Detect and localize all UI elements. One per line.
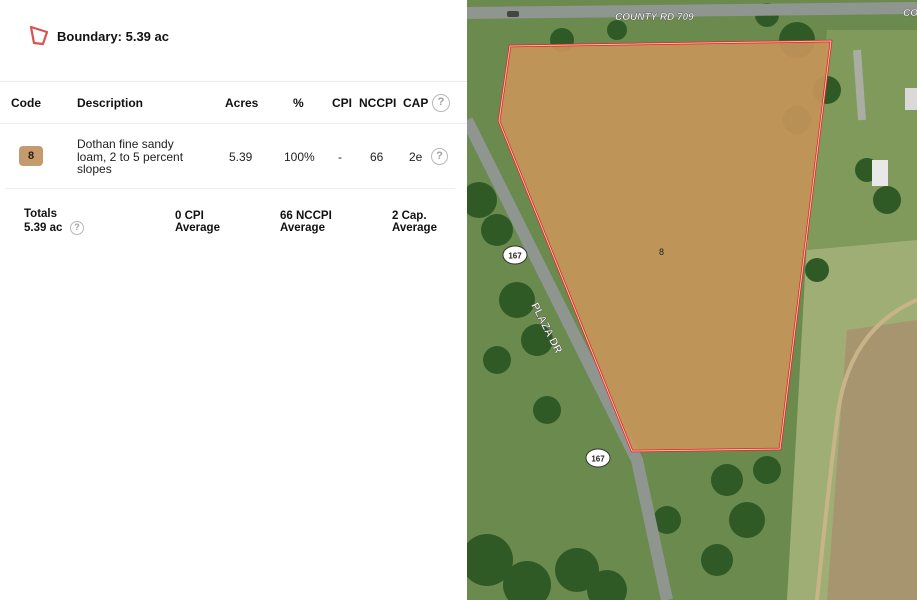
soil-code-badge: 8 xyxy=(19,146,43,166)
cap-help-icon[interactable]: ? xyxy=(432,94,450,112)
route-shield-167: 167 xyxy=(585,448,611,468)
col-header-acres: Acres xyxy=(225,96,259,110)
col-header-code: Code xyxy=(11,96,41,110)
route-shield-167: 167 xyxy=(502,245,528,265)
soil-percent: 100% xyxy=(284,150,315,164)
soil-report-panel: Boundary: 5.39 ac Code Description Acres… xyxy=(0,0,467,600)
map-building xyxy=(872,160,888,186)
col-header-percent: % xyxy=(293,96,304,110)
totals-help-icon[interactable]: ? xyxy=(70,221,84,235)
route-shield-167-label: 167 xyxy=(591,455,605,464)
road-label-corner: CO xyxy=(903,8,917,19)
satellite-map[interactable]: 8 COUNTY RD 709 CO PLAZA DR 167 167 xyxy=(467,0,917,600)
parcel-soil-label: 8 xyxy=(659,247,664,257)
soil-acres: 5.39 xyxy=(229,150,253,164)
map-building xyxy=(905,88,917,110)
row-divider xyxy=(0,123,467,124)
soil-cap: 2e xyxy=(409,150,423,164)
totals-cap-sub: Average xyxy=(392,222,437,234)
map-driveway xyxy=(853,49,866,121)
totals-cap-value: 2 Cap. xyxy=(392,210,427,222)
route-shield-167-label: 167 xyxy=(508,252,522,261)
map-vehicle xyxy=(507,11,519,17)
totals-nccpi-sub: Average xyxy=(280,222,325,234)
col-header-cap: CAP xyxy=(403,96,429,110)
soil-row-help-icon[interactable]: ? xyxy=(431,148,448,165)
boundary-summary: Boundary: 5.39 ac xyxy=(28,24,169,48)
col-header-description: Description xyxy=(77,96,144,110)
totals-acres: 5.39 ac xyxy=(24,222,63,234)
totals-cpi-value: 0 CPI xyxy=(175,210,204,222)
boundary-label: Boundary: 5.39 ac xyxy=(57,28,169,44)
totals-divider xyxy=(5,188,455,189)
totals-cpi-sub: Average xyxy=(175,222,220,234)
road-label-county-rd-709: COUNTY RD 709 xyxy=(615,12,694,23)
col-header-nccpi: NCCPI xyxy=(359,96,397,110)
soil-cpi: - xyxy=(338,150,342,164)
col-header-cpi: CPI xyxy=(332,96,353,110)
soil-nccpi: 66 xyxy=(370,150,384,164)
header-divider xyxy=(0,81,467,82)
soil-description: Dothan fine sandy loam, 2 to 5 percent s… xyxy=(77,137,184,176)
totals-nccpi-value: 66 NCCPI xyxy=(280,210,332,222)
polygon-boundary-icon xyxy=(29,25,49,46)
totals-label: Totals xyxy=(24,208,58,220)
